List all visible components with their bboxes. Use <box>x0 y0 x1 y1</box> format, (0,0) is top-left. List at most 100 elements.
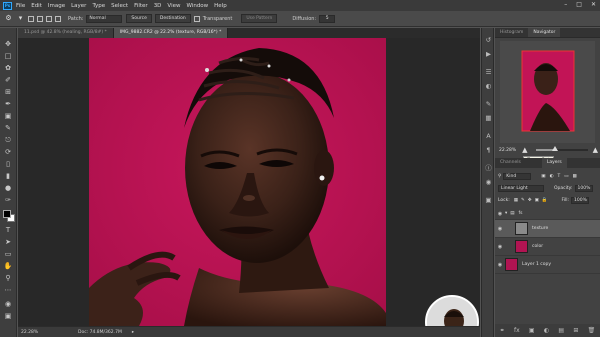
filter-shape-icon[interactable]: ▭ <box>564 174 568 179</box>
menu-edit[interactable]: Edit <box>31 3 42 9</box>
patch-mode-select[interactable]: Normal <box>86 14 123 23</box>
close-icon[interactable]: ✕ <box>591 1 596 8</box>
type-tool-icon[interactable]: T <box>3 226 13 235</box>
layer-texture[interactable]: ◉ texture <box>495 220 600 238</box>
history-panel-icon[interactable]: ↺ <box>484 36 493 45</box>
menu-layer[interactable]: Layer <box>71 3 86 9</box>
add-mask-icon[interactable]: ▣ <box>529 327 535 334</box>
adjustments-panel-icon[interactable]: ◐ <box>484 82 493 91</box>
source-button[interactable]: Source <box>126 14 152 23</box>
tab-navigator[interactable]: Navigator <box>528 28 561 37</box>
lock-position-icon[interactable]: ✥ <box>528 198 532 203</box>
group-chevron-icon[interactable]: ▾ <box>505 211 507 216</box>
color-panel-icon[interactable]: ◉ <box>484 178 493 187</box>
lasso-tool-icon[interactable]: ✿ <box>3 64 13 73</box>
new-group-icon[interactable]: ▤ <box>558 327 564 334</box>
shape-tool-icon[interactable]: ▭ <box>3 250 13 259</box>
lock-all-icon[interactable]: 🔒 <box>542 198 548 203</box>
navigator-zoom-value[interactable]: 22.28% <box>499 148 516 153</box>
path-selection-tool-icon[interactable]: ➤ <box>3 238 13 247</box>
filter-pixel-icon[interactable]: ▣ <box>541 174 545 179</box>
menu-image[interactable]: Image <box>48 3 65 9</box>
gradient-tool-icon[interactable]: ▮ <box>3 172 13 181</box>
visibility-eye-icon[interactable]: ◉ <box>495 226 505 232</box>
lock-image-icon[interactable]: ✎ <box>521 198 525 203</box>
crop-tool-icon[interactable]: ⊞ <box>3 88 13 97</box>
zoom-slider-knob[interactable] <box>552 146 559 151</box>
menu-filter[interactable]: Filter <box>134 3 148 9</box>
fill-input[interactable]: 100% <box>571 197 590 204</box>
pen-tool-icon[interactable]: ✑ <box>3 196 13 205</box>
zoom-out-icon[interactable]: ▲ <box>522 146 527 154</box>
new-adjustment-icon[interactable]: ◐ <box>544 327 549 334</box>
eyedropper-tool-icon[interactable]: ✒ <box>3 100 13 109</box>
menu-window[interactable]: Window <box>186 3 208 9</box>
zoom-tool-icon[interactable]: ⚲ <box>3 274 13 283</box>
blend-mode-select[interactable]: Linear Light <box>498 185 544 192</box>
lock-artboard-icon[interactable]: ▣ <box>535 198 539 203</box>
character-panel-icon[interactable]: A <box>484 132 493 141</box>
styles-panel-icon[interactable]: ▣ <box>484 196 493 205</box>
quick-mask-icon[interactable]: ◉ <box>3 300 13 309</box>
tab-histogram[interactable]: Histogram <box>495 28 528 37</box>
brush-panel-icon[interactable]: ✎ <box>484 100 493 109</box>
filter-type-icon[interactable]: T <box>558 174 561 179</box>
tab-img-9882[interactable]: IMG_9882.CR2 @ 22.2% (texture, RGB/16*) … <box>113 28 229 38</box>
visibility-eye-icon[interactable]: ◉ <box>495 244 505 250</box>
destination-button[interactable]: Destination <box>154 14 191 23</box>
menu-help[interactable]: Help <box>214 3 227 9</box>
layer-layer-1-copy[interactable]: ◉ Layer 1 copy <box>495 256 600 274</box>
delete-layer-icon[interactable]: 🗑 <box>588 327 596 334</box>
tool-preset-dropdown-icon[interactable]: ▾ <box>16 14 25 23</box>
quick-select-tool-icon[interactable]: ✐ <box>3 76 13 85</box>
screen-mode-icon[interactable]: ▣ <box>3 312 13 321</box>
layer-color[interactable]: ◉ color <box>495 238 600 256</box>
info-panel-icon[interactable]: ⓘ <box>484 164 493 173</box>
transparent-checkbox[interactable] <box>193 15 200 22</box>
navigator-preview[interactable] <box>500 41 595 143</box>
clone-stamp-tool-icon[interactable]: ⎋ <box>3 136 13 145</box>
maximize-icon[interactable]: □ <box>576 1 582 8</box>
canvas-area[interactable] <box>18 38 480 326</box>
zoom-in-icon[interactable]: ▲ <box>593 146 598 154</box>
minimize-icon[interactable]: – <box>564 1 567 8</box>
hand-tool-icon[interactable]: ✋ <box>3 262 13 271</box>
menu-3d[interactable]: 3D <box>154 3 162 9</box>
add-selection-icon[interactable] <box>37 15 43 22</box>
opacity-input[interactable]: 100% <box>574 185 593 192</box>
marquee-tool-icon[interactable]: □ <box>3 52 13 61</box>
lock-transparent-icon[interactable]: ▦ <box>514 198 518 203</box>
filter-adjust-icon[interactable]: ◐ <box>550 174 554 179</box>
patch-tool-icon[interactable]: ⚙ <box>4 14 13 23</box>
kind-filter-select[interactable]: Kind <box>503 173 532 180</box>
healing-tool-icon[interactable]: ▣ <box>3 112 13 121</box>
dodge-tool-icon[interactable]: ● <box>3 184 13 193</box>
layer-style-icon[interactable]: fx <box>514 327 520 334</box>
zoom-slider[interactable] <box>535 146 588 151</box>
foreground-color-swatch[interactable] <box>3 210 11 218</box>
menu-type[interactable]: Type <box>92 3 105 9</box>
paragraph-panel-icon[interactable]: ¶ <box>484 146 493 155</box>
new-layer-icon[interactable]: ⊞ <box>573 327 578 334</box>
layer-group-fs[interactable]: ◉ ▾ ▤ fs <box>495 208 600 220</box>
status-arrow-icon[interactable]: ▸ <box>132 330 134 335</box>
new-selection-icon[interactable] <box>28 15 34 22</box>
visibility-eye-icon[interactable]: ◉ <box>495 262 505 268</box>
tab-11-psd[interactable]: 11.psd @ 42.8% (healing, RGB/8#) * <box>18 28 114 38</box>
tab-layers[interactable]: Layers <box>541 158 567 168</box>
history-brush-tool-icon[interactable]: ⟳ <box>3 148 13 157</box>
visibility-eye-icon[interactable]: ◉ <box>495 211 505 217</box>
move-tool-icon[interactable]: ✥ <box>3 40 13 49</box>
properties-panel-icon[interactable]: ☰ <box>484 68 493 77</box>
use-pattern-button[interactable]: Use Pattern <box>241 14 278 23</box>
document-canvas[interactable] <box>89 38 386 326</box>
tab-channels[interactable]: Channels <box>495 158 526 168</box>
menu-view[interactable]: View <box>167 3 180 9</box>
diffusion-input[interactable]: 5 <box>319 14 336 23</box>
menu-select[interactable]: Select <box>111 3 128 9</box>
subtract-selection-icon[interactable] <box>46 15 52 22</box>
zoom-readout[interactable]: 22.28% <box>18 330 58 335</box>
swatches-panel-icon[interactable]: ▦ <box>484 114 493 123</box>
more-tools-icon[interactable]: ⋯ <box>3 286 13 295</box>
link-layers-icon[interactable]: ⚭ <box>500 327 505 334</box>
